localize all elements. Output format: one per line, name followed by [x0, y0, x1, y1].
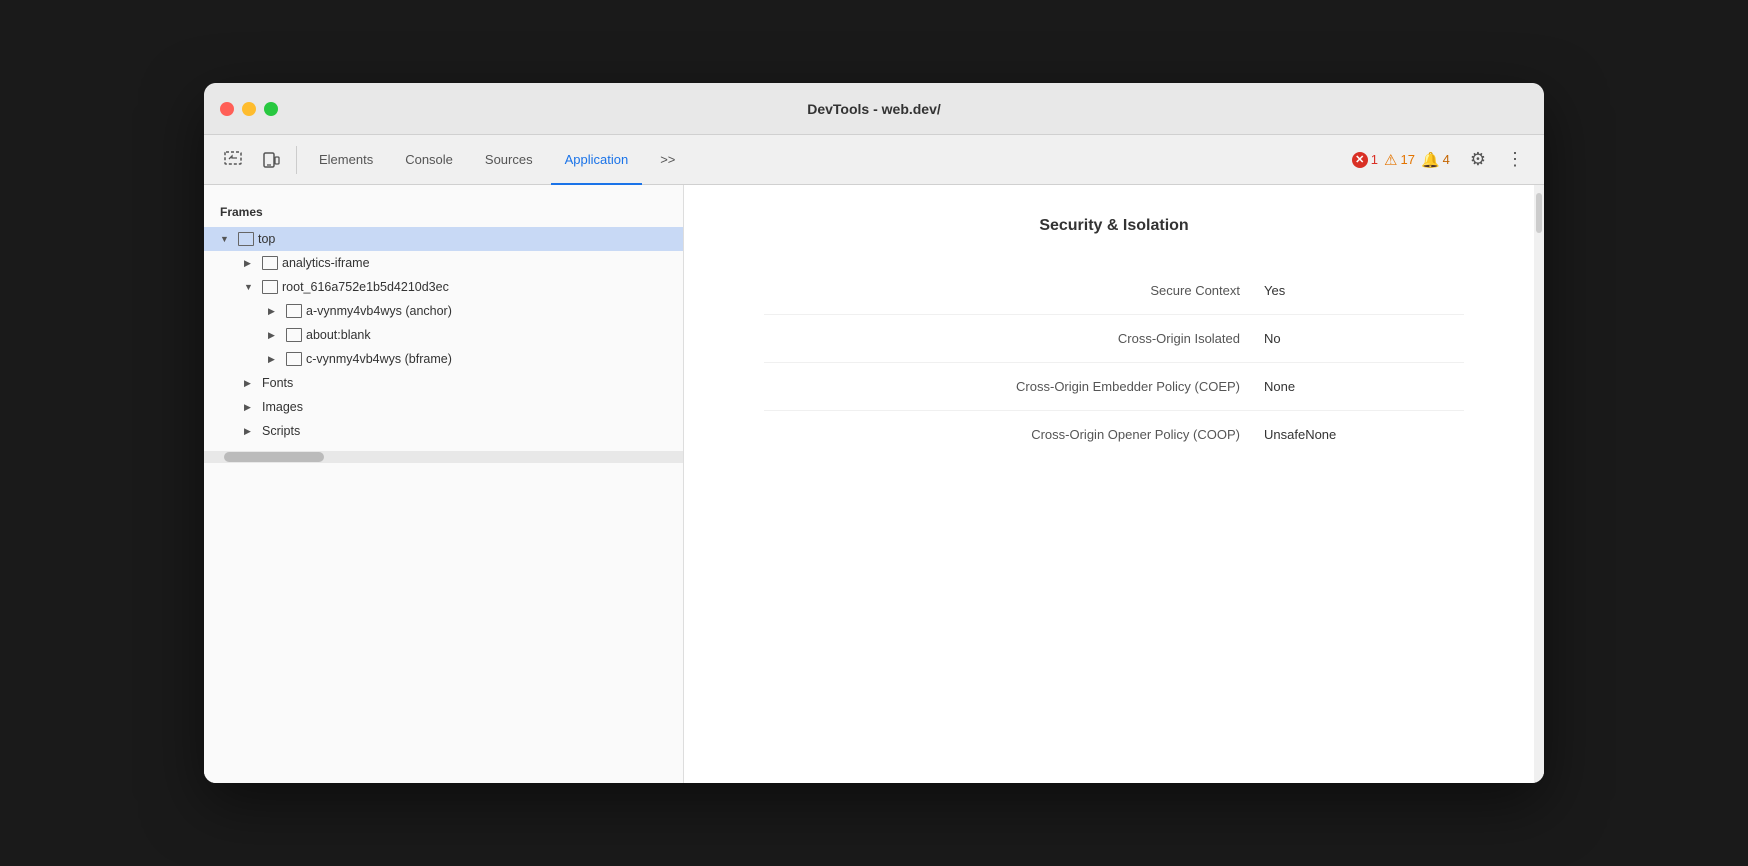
- minimize-button[interactable]: [242, 102, 256, 116]
- frames-section-header: Frames: [204, 201, 683, 227]
- title-bar: DevTools - web.dev/: [204, 83, 1544, 135]
- frame-icon: [286, 352, 302, 366]
- secure-context-label: Secure Context: [764, 283, 1264, 298]
- more-tabs-button[interactable]: >>: [646, 135, 689, 185]
- security-info-table: Secure Context Yes Cross-Origin Isolated…: [764, 267, 1464, 458]
- tree-label-fonts: Fonts: [262, 376, 293, 390]
- vertical-scrollbar[interactable]: [1534, 185, 1544, 783]
- frame-icon: [238, 232, 254, 246]
- info-count: 4: [1443, 152, 1450, 167]
- scrollbar-thumb: [224, 452, 324, 462]
- tree-label-scripts: Scripts: [262, 424, 300, 438]
- tree-label-a-vynmy4vb4wys: a-vynmy4vb4wys (anchor): [306, 304, 452, 318]
- badge-group: ✕ 1 ⚠ 17 🔔 4: [1352, 151, 1450, 169]
- tree-label-root-frame: root_616a752e1b5d4210d3ec: [282, 280, 449, 294]
- tree-item-scripts[interactable]: Scripts: [204, 419, 683, 443]
- chevron-right-icon: [268, 354, 282, 365]
- window-title: DevTools - web.dev/: [807, 101, 941, 117]
- chevron-right-icon: [244, 258, 258, 269]
- tree-item-analytics-iframe[interactable]: analytics-iframe: [204, 251, 683, 275]
- tree-item-a-vynmy4vb4wys[interactable]: a-vynmy4vb4wys (anchor): [204, 299, 683, 323]
- security-section-title: Security & Isolation: [732, 217, 1496, 235]
- tree-label-c-vynmy4vb4wys: c-vynmy4vb4wys (bframe): [306, 352, 452, 366]
- more-options-button[interactable]: ⋮: [1498, 143, 1532, 176]
- cross-origin-isolated-value: No: [1264, 331, 1464, 346]
- frame-icon: [286, 328, 302, 342]
- coop-value: UnsafeNone: [1264, 427, 1464, 442]
- tree-item-fonts[interactable]: Fonts: [204, 371, 683, 395]
- tree-item-about-blank[interactable]: about:blank: [204, 323, 683, 347]
- maximize-button[interactable]: [264, 102, 278, 116]
- tree-item-c-vynmy4vb4wys[interactable]: c-vynmy4vb4wys (bframe): [204, 347, 683, 371]
- chevron-down-icon: [244, 282, 258, 293]
- coep-label: Cross-Origin Embedder Policy (COEP): [764, 379, 1264, 394]
- vertical-scrollbar-thumb: [1536, 193, 1542, 233]
- error-badge[interactable]: ✕ 1: [1352, 152, 1378, 168]
- tab-sources[interactable]: Sources: [471, 135, 547, 185]
- toolbar: Elements Console Sources Application >> …: [204, 135, 1544, 185]
- error-count: 1: [1371, 152, 1378, 167]
- tree-item-images[interactable]: Images: [204, 395, 683, 419]
- frame-icon: [262, 280, 278, 294]
- tab-application[interactable]: Application: [551, 135, 643, 185]
- main-content: Frames top analytics-iframe root_616a752…: [204, 185, 1544, 783]
- inspect-icon: [224, 151, 242, 169]
- tree-label-images: Images: [262, 400, 303, 414]
- cross-origin-isolated-label: Cross-Origin Isolated: [764, 331, 1264, 346]
- tree-label-top: top: [258, 232, 275, 246]
- inspect-icon-button[interactable]: [216, 145, 250, 175]
- tree-item-top[interactable]: top: [204, 227, 683, 251]
- horizontal-scrollbar-container: [204, 451, 683, 463]
- chevron-down-icon: [220, 234, 234, 245]
- chevron-right-icon: [244, 378, 258, 389]
- cross-origin-isolated-row: Cross-Origin Isolated No: [764, 315, 1464, 363]
- secure-context-row: Secure Context Yes: [764, 267, 1464, 315]
- chevron-right-icon: [268, 306, 282, 317]
- secure-context-value: Yes: [1264, 283, 1464, 298]
- warning-icon: ⚠: [1384, 151, 1397, 169]
- close-button[interactable]: [220, 102, 234, 116]
- info-badge[interactable]: 🔔 4: [1421, 151, 1450, 169]
- error-icon: ✕: [1352, 152, 1368, 168]
- chevron-right-icon: [244, 402, 258, 413]
- chevron-right-icon: [244, 426, 258, 437]
- coep-value: None: [1264, 379, 1464, 394]
- tab-console[interactable]: Console: [391, 135, 467, 185]
- window-controls: [220, 102, 278, 116]
- info-icon: 🔔: [1421, 151, 1440, 169]
- device-icon: [262, 151, 280, 169]
- right-panel: Security & Isolation Secure Context Yes …: [684, 185, 1544, 783]
- tree-label-analytics-iframe: analytics-iframe: [282, 256, 370, 270]
- devtools-window: DevTools - web.dev/ Elements Console: [204, 83, 1544, 783]
- coop-row: Cross-Origin Opener Policy (COOP) Unsafe…: [764, 411, 1464, 458]
- toolbar-divider-1: [296, 146, 297, 174]
- frame-icon: [286, 304, 302, 318]
- settings-button[interactable]: ⚙: [1462, 143, 1494, 176]
- coep-row: Cross-Origin Embedder Policy (COEP) None: [764, 363, 1464, 411]
- warning-badge[interactable]: ⚠ 17: [1384, 151, 1415, 169]
- frame-icon: [262, 256, 278, 270]
- horizontal-scrollbar[interactable]: [204, 451, 683, 463]
- tree-item-root-frame[interactable]: root_616a752e1b5d4210d3ec: [204, 275, 683, 299]
- tree-label-about-blank: about:blank: [306, 328, 371, 342]
- warning-count: 17: [1400, 152, 1414, 167]
- device-emulation-button[interactable]: [254, 145, 288, 175]
- left-panel: Frames top analytics-iframe root_616a752…: [204, 185, 684, 783]
- coop-label: Cross-Origin Opener Policy (COOP): [764, 427, 1264, 442]
- chevron-right-icon: [268, 330, 282, 341]
- tab-elements[interactable]: Elements: [305, 135, 387, 185]
